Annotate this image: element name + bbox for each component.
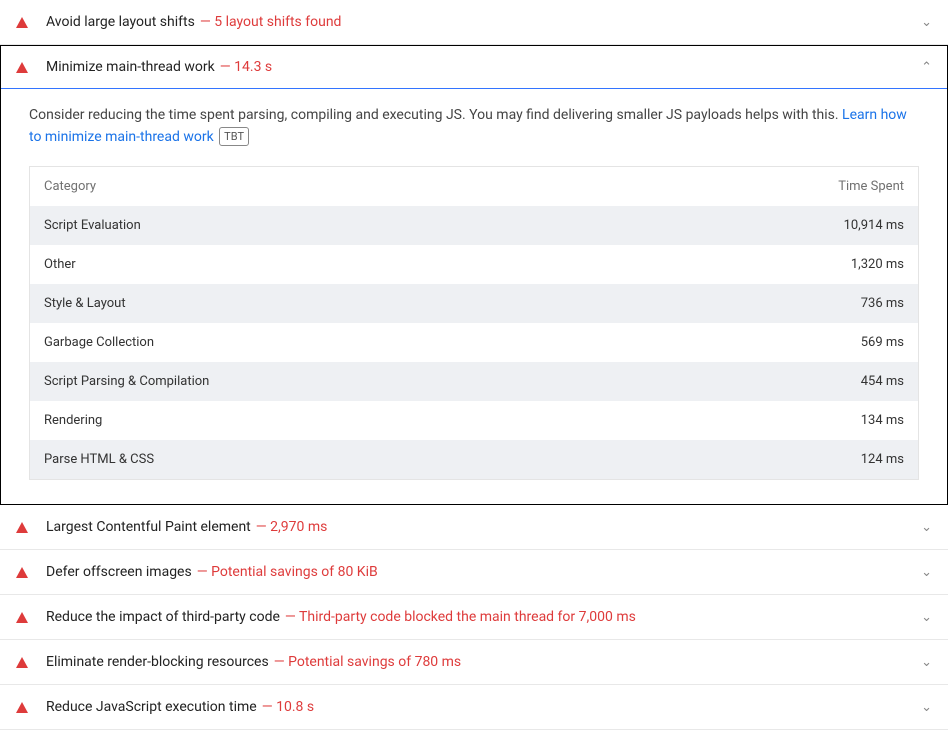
table-cell-time: 124 ms (628, 440, 919, 480)
audit-title: Defer offscreen images (46, 564, 192, 580)
audit-title: Reduce the impact of third-party code (46, 609, 280, 625)
warning-triangle-icon (16, 567, 28, 578)
table-row: Style & Layout 736 ms (30, 284, 919, 323)
warning-triangle-icon (16, 17, 28, 28)
audit-title: Minimize main-thread work (46, 59, 215, 75)
audit-value: 2,970 ms (256, 519, 328, 535)
table-cell-time: 1,320 ms (628, 245, 919, 284)
table-header-time: Time Spent (628, 167, 919, 207)
audit-value: Third-party code blocked the main thread… (285, 609, 636, 625)
chevron-down-icon: ⌄ (921, 610, 932, 625)
audit-item: Reduce the impact of third-party code Th… (0, 595, 948, 640)
chevron-down-icon: ⌄ (921, 520, 932, 535)
audit-value: 10.8 s (262, 699, 314, 715)
audit-description: Consider reducing the time spent parsing… (29, 105, 919, 148)
audit-value: Potential savings of 780 ms (274, 654, 461, 670)
chevron-up-icon: ⌃ (921, 60, 932, 75)
table-cell-time: 569 ms (628, 323, 919, 362)
audit-header-layout-shifts[interactable]: Avoid large layout shifts 5 layout shift… (0, 0, 948, 44)
audit-header-lcp[interactable]: Largest Contentful Paint element 2,970 m… (0, 505, 948, 549)
warning-triangle-icon (16, 612, 28, 623)
table-row: Parse HTML & CSS 124 ms (30, 440, 919, 480)
chevron-down-icon: ⌄ (921, 700, 932, 715)
audit-value: Potential savings of 80 KiB (197, 564, 378, 580)
audit-title: Reduce JavaScript execution time (46, 699, 257, 715)
chevron-down-icon: ⌄ (921, 655, 932, 670)
table-row: Rendering 134 ms (30, 401, 919, 440)
table-row: Script Parsing & Compilation 454 ms (30, 362, 919, 401)
description-text: Consider reducing the time spent parsing… (29, 107, 842, 123)
table-header-category: Category (30, 167, 628, 207)
audit-value: 14.3 s (220, 59, 272, 75)
warning-triangle-icon (16, 62, 28, 73)
table-cell-time: 736 ms (628, 284, 919, 323)
audit-item: Reduce JavaScript execution time 10.8 s … (0, 685, 948, 730)
table-cell-category: Parse HTML & CSS (30, 440, 628, 480)
audit-title: Eliminate render-blocking resources (46, 654, 269, 670)
audit-header-third-party[interactable]: Reduce the impact of third-party code Th… (0, 595, 948, 639)
audit-item: Minimize main-thread work 14.3 s ⌃ Consi… (0, 45, 948, 505)
audit-title: Largest Contentful Paint element (46, 519, 251, 535)
table-cell-category: Script Evaluation (30, 206, 628, 245)
audit-item: Defer offscreen images Potential savings… (0, 550, 948, 595)
table-cell-category: Rendering (30, 401, 628, 440)
table-cell-time: 10,914 ms (628, 206, 919, 245)
table-row: Other 1,320 ms (30, 245, 919, 284)
audit-header-offscreen[interactable]: Defer offscreen images Potential savings… (0, 550, 948, 594)
audit-header-js-execution[interactable]: Reduce JavaScript execution time 10.8 s … (0, 685, 948, 729)
table-row: Script Evaluation 10,914 ms (30, 206, 919, 245)
table-row: Garbage Collection 569 ms (30, 323, 919, 362)
metric-badge: TBT (219, 127, 249, 146)
table-cell-category: Other (30, 245, 628, 284)
audit-title: Avoid large layout shifts (46, 14, 195, 30)
chevron-down-icon: ⌄ (921, 15, 932, 30)
table-cell-time: 134 ms (628, 401, 919, 440)
warning-triangle-icon (16, 522, 28, 533)
table-cell-category: Garbage Collection (30, 323, 628, 362)
audit-item: Largest Contentful Paint element 2,970 m… (0, 505, 948, 550)
table-cell-time: 454 ms (628, 362, 919, 401)
table-header-row: Category Time Spent (30, 167, 919, 207)
table-cell-category: Script Parsing & Compilation (30, 362, 628, 401)
audit-value: 5 layout shifts found (200, 14, 342, 30)
warning-triangle-icon (16, 702, 28, 713)
chevron-down-icon: ⌄ (921, 565, 932, 580)
audit-list: Avoid large layout shifts 5 layout shift… (0, 0, 948, 730)
warning-triangle-icon (16, 657, 28, 668)
audit-body: Consider reducing the time spent parsing… (1, 89, 947, 504)
audit-item: Avoid large layout shifts 5 layout shift… (0, 0, 948, 45)
audit-item: Eliminate render-blocking resources Pote… (0, 640, 948, 685)
category-table: Category Time Spent Script Evaluation 10… (29, 166, 919, 480)
audit-header-main-thread[interactable]: Minimize main-thread work 14.3 s ⌃ (1, 46, 947, 89)
table-cell-category: Style & Layout (30, 284, 628, 323)
